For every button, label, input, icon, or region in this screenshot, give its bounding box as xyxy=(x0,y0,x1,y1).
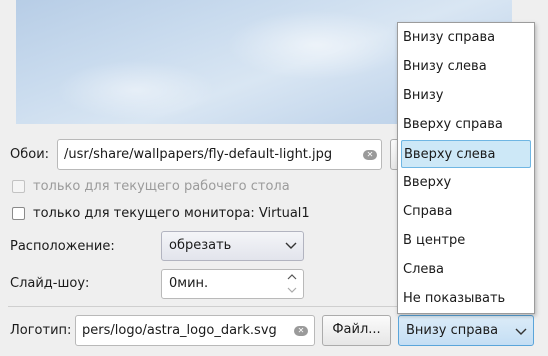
dropdown-item[interactable]: Слева xyxy=(403,257,529,283)
separator xyxy=(8,306,398,307)
chevron-down-icon xyxy=(285,242,297,249)
spin-up-icon[interactable] xyxy=(287,273,297,281)
clear-x-icon[interactable]: ✕ xyxy=(294,326,308,336)
dropdown-item[interactable]: Внизу xyxy=(403,83,529,109)
slideshow-label: Слайд-шоу: xyxy=(10,276,90,291)
logo-position-combobox[interactable]: Внизу справа xyxy=(398,315,534,346)
dropdown-item[interactable]: Справа xyxy=(403,199,529,225)
slideshow-value: 0мин. xyxy=(169,276,209,291)
placement-value: обрезать xyxy=(169,238,232,253)
dropdown-item[interactable]: Вверху xyxy=(403,170,529,196)
dropdown-item[interactable]: Не показывать xyxy=(403,286,529,312)
logo-path-input[interactable]: pers/logo/astra_logo_dark.svg ✕ xyxy=(75,315,315,346)
dropdown-item-highlighted[interactable]: Вверху слева xyxy=(401,140,531,168)
current-monitor-label: только для текущего монитора: Virtual1 xyxy=(33,206,310,221)
logo-file-button[interactable]: Файл... xyxy=(322,315,391,346)
slideshow-spinbox[interactable]: 0мин. xyxy=(161,269,304,299)
dropdown-item[interactable]: Вверху справа xyxy=(403,112,529,138)
placement-combobox[interactable]: обрезать xyxy=(161,231,304,261)
wallpaper-label: Обои: xyxy=(10,147,50,162)
wallpaper-path-value: /usr/share/wallpapers/fly-default-light.… xyxy=(64,147,333,162)
logo-position-dropdown: Внизу справа Внизу слева Внизу Вверху сп… xyxy=(397,22,535,314)
logo-label: Логотип: xyxy=(10,323,72,338)
dropdown-item[interactable]: Внизу слева xyxy=(403,54,529,80)
logo-path-value: pers/logo/astra_logo_dark.svg xyxy=(82,323,277,338)
current-desktop-checkbox[interactable] xyxy=(12,180,25,193)
logo-position-value: Внизу справа xyxy=(406,323,499,338)
spin-down-icon[interactable] xyxy=(287,286,297,294)
dropdown-item[interactable]: Внизу справа xyxy=(403,25,529,51)
current-desktop-label: только для текущего рабочего стола xyxy=(33,179,290,194)
wallpaper-path-input[interactable]: /usr/share/wallpapers/fly-default-light.… xyxy=(57,139,382,170)
current-monitor-checkbox[interactable] xyxy=(12,207,25,220)
placement-label: Расположение: xyxy=(10,239,115,254)
chevron-down-icon xyxy=(515,328,527,335)
clear-x-icon[interactable]: ✕ xyxy=(363,150,377,160)
dropdown-item[interactable]: В центре xyxy=(403,228,529,254)
